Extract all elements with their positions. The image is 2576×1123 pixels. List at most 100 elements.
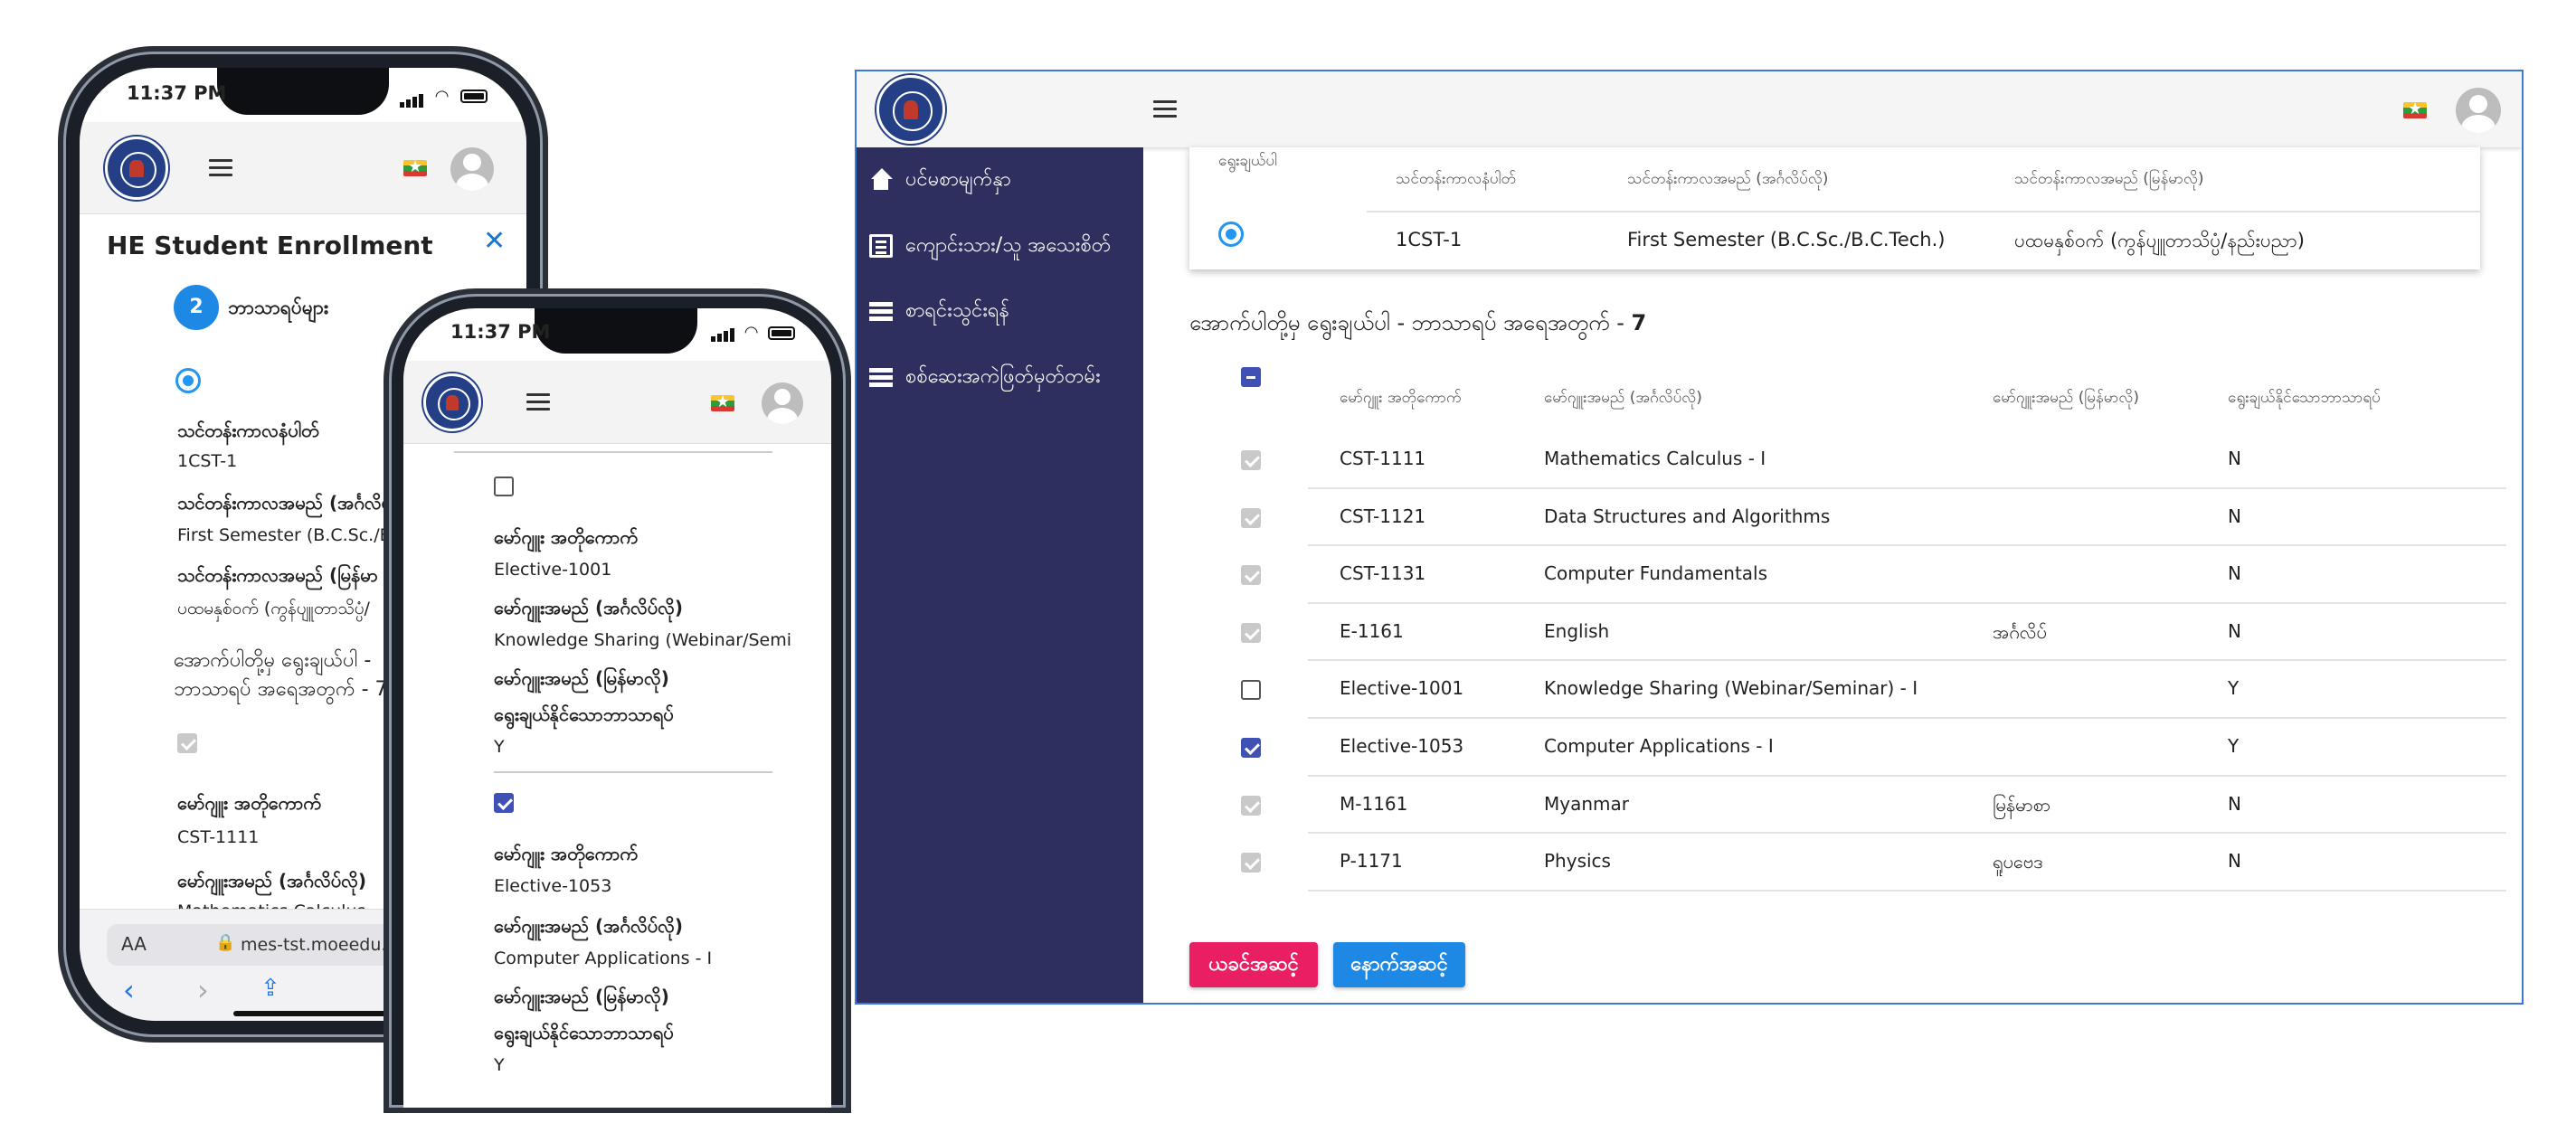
university-logo — [423, 373, 481, 431]
optional-cell: N — [2228, 850, 2241, 873]
select-all-checkbox[interactable] — [1241, 367, 1261, 387]
sidebar-item-label: ပင်မစာမျက်နှာ — [905, 168, 1011, 191]
header-module-name-en: မော်ဂျူးအမည် (အင်္ဂလိပ်လို) — [1544, 389, 1702, 407]
close-icon[interactable]: ✕ — [483, 225, 506, 257]
optional-cell: Y — [2228, 677, 2240, 700]
next-step-button[interactable]: နောက်အဆင့် — [1333, 942, 1465, 987]
phone-notch — [535, 308, 697, 354]
select-prompt-text: အောက်ပါတို့မှ ရွေးချယ်ပါ - ဘာသာရပ် အရေအတ… — [1189, 310, 1624, 335]
optional-label: ရွေးချယ်နိုင်သောဘာသာရပ် — [494, 703, 674, 725]
select-prompt: အောက်ပါတို့မှ ရွေးချယ်ပါ - ဘာသာရပ် အရေအတ… — [1189, 308, 1646, 341]
previous-step-button[interactable]: ယခင်အဆင့် — [1189, 942, 1318, 987]
course-checkbox[interactable] — [1241, 738, 1261, 758]
divider — [454, 451, 772, 453]
home-icon — [869, 168, 893, 192]
module-name-en-cell: Physics — [1544, 850, 1611, 873]
course-checkbox[interactable] — [1241, 680, 1261, 701]
module-code-label: မော်ဂျူး အတိုကောက် — [494, 843, 638, 864]
course-checkbox[interactable] — [1241, 565, 1261, 586]
wifi-icon: ◠ — [744, 323, 758, 342]
app-bar — [403, 361, 831, 444]
semester-table: ရွေးချယ်ပါ သင်တန်းကာလနံပါတ် သင်တန်းကာလအမ… — [1189, 147, 2480, 269]
table-row: Elective-1053 Computer Applications - I Y — [857, 719, 2522, 777]
step-label: ဘာသာရပ်များ — [228, 297, 329, 318]
course-checkbox[interactable] — [1241, 622, 1261, 643]
course-checkbox[interactable] — [1241, 795, 1261, 816]
semester-radio[interactable] — [1218, 222, 1244, 247]
module-code-cell: Elective-1053 — [1340, 735, 1464, 757]
sidebar-item-home[interactable]: ပင်မစာမျက်နှာ — [869, 165, 1011, 202]
text-size-button[interactable]: AA — [121, 933, 147, 955]
module-code-cell: CST-1111 — [1340, 448, 1426, 469]
back-icon[interactable]: ‹ — [123, 973, 135, 1007]
share-icon[interactable]: ⇪ — [260, 975, 280, 1002]
course-checkbox[interactable] — [1241, 853, 1261, 873]
table-row: CST-1121 Data Structures and Algorithms N — [857, 489, 2522, 547]
course-checkbox-elective-1001[interactable] — [494, 477, 514, 496]
module-code-cell: Elective-1001 — [1340, 677, 1464, 700]
battery-icon — [768, 326, 795, 340]
menu-icon[interactable] — [1153, 100, 1177, 118]
university-logo — [876, 75, 945, 144]
sidebar-item-assessment-records[interactable]: စစ်ဆေးအကဲဖြတ်မှတ်တမ်း — [869, 363, 1101, 399]
module-name-en-cell: Data Structures and Algorithms — [1544, 505, 1831, 527]
module-name-en-label: မော်ဂျူးအမည် (အင်္ဂလိပ်လို) — [494, 597, 683, 618]
sidebar-item-label: စစ်ဆေးအကဲဖြတ်မှတ်တမ်း — [905, 365, 1101, 388]
divider — [1367, 211, 2480, 212]
sidebar-item-label: စာရင်းသွင်းရန် — [905, 299, 1009, 322]
header-module-name-mm: မော်ဂျူးအမည် (မြန်မာလို) — [1993, 389, 2139, 407]
optional-cell: N — [2228, 562, 2241, 585]
module-name-en-label: မော်ဂျူးအမည် (အင်္ဂလိပ်လို) — [494, 915, 683, 937]
list-icon — [869, 299, 893, 323]
module-code-label: မော်ဂျူး အတိုကောက် — [494, 526, 638, 548]
table-row: Elective-1001 Knowledge Sharing (Webinar/… — [857, 661, 2522, 719]
user-avatar[interactable] — [2456, 88, 2501, 133]
optional-value: Y — [494, 1055, 505, 1075]
sidebar-item-enrollment[interactable]: စာရင်းသွင်းရန် — [869, 297, 1009, 333]
divider — [494, 771, 772, 773]
header-module-code: မော်ဂျူး အတိုကောက် — [1340, 389, 1462, 407]
module-name-en-cell: Myanmar — [1544, 792, 1629, 815]
header-semester-name-mm: သင်တန်းကာလအမည် (မြန်မာလို) — [2014, 170, 2204, 188]
status-time: 11:37 PM — [127, 82, 227, 104]
myanmar-flag-icon[interactable] — [403, 157, 427, 176]
table-row: E-1161 English အင်္ဂလိပ် N — [857, 604, 2522, 662]
top-bar — [857, 71, 2522, 147]
forward-icon[interactable]: › — [197, 973, 209, 1007]
table-row: CST-1131 Computer Fundamentals N — [857, 546, 2522, 604]
course-checkbox-elective-1053[interactable] — [494, 793, 514, 813]
phone-mockup-2: 11:37 PM ◠ မော်ဂျူး အတိုကောက် Elective-1… — [389, 294, 846, 1108]
module-name-en-cell: Knowledge Sharing (Webinar/Seminar) - I — [1544, 677, 1918, 700]
user-avatar[interactable] — [762, 382, 803, 424]
optional-cell: N — [2228, 619, 2241, 642]
course-checkbox[interactable] — [177, 733, 197, 753]
table-row: CST-1111 Mathematics Calculus - I N — [857, 431, 2522, 489]
status-icons: ◠ — [400, 84, 488, 108]
menu-icon[interactable] — [209, 159, 232, 177]
signal-icon — [400, 85, 425, 108]
module-name-en-cell: Computer Applications - I — [1544, 735, 1774, 757]
course-checkbox[interactable] — [1241, 507, 1261, 528]
optional-label: ရွေးချယ်နိုင်သောဘာသာရပ် — [494, 1022, 674, 1043]
myanmar-flag-icon[interactable] — [711, 392, 734, 411]
course-checkbox[interactable] — [1241, 450, 1261, 470]
module-code-cell: M-1161 — [1340, 792, 1408, 815]
user-avatar[interactable] — [450, 147, 494, 191]
semester-number-cell: 1CST-1 — [1396, 229, 1463, 250]
myanmar-flag-icon[interactable] — [2403, 99, 2427, 118]
module-code-cell: CST-1121 — [1340, 505, 1426, 527]
module-code-cell: P-1171 — [1340, 850, 1403, 873]
sidebar-item-label: ကျောင်းသား/သူ အသေးစိတ် — [905, 234, 1112, 257]
module-name-mm-label: မော်ဂျူးအမည် (မြန်မာလို) — [494, 667, 669, 689]
module-name-en-cell: Computer Fundamentals — [1544, 562, 1768, 585]
optional-cell: Y — [2228, 735, 2240, 757]
table-row: P-1171 Physics ရူပဗေဒ N — [857, 834, 2522, 892]
semester-radio[interactable] — [175, 368, 201, 393]
module-code-cell: E-1161 — [1340, 619, 1404, 642]
phone-screen-2: 11:37 PM ◠ မော်ဂျူး အတိုကောက် Elective-1… — [403, 308, 831, 1108]
sidebar-item-student-details[interactable]: ကျောင်းသား/သူ အသေးစိတ် — [869, 231, 1111, 268]
menu-icon[interactable] — [526, 393, 550, 411]
module-name-mm-cell: အင်္ဂလိပ် — [1993, 620, 2047, 643]
optional-cell: N — [2228, 792, 2241, 815]
module-name-en-cell: Mathematics Calculus - I — [1544, 448, 1766, 469]
